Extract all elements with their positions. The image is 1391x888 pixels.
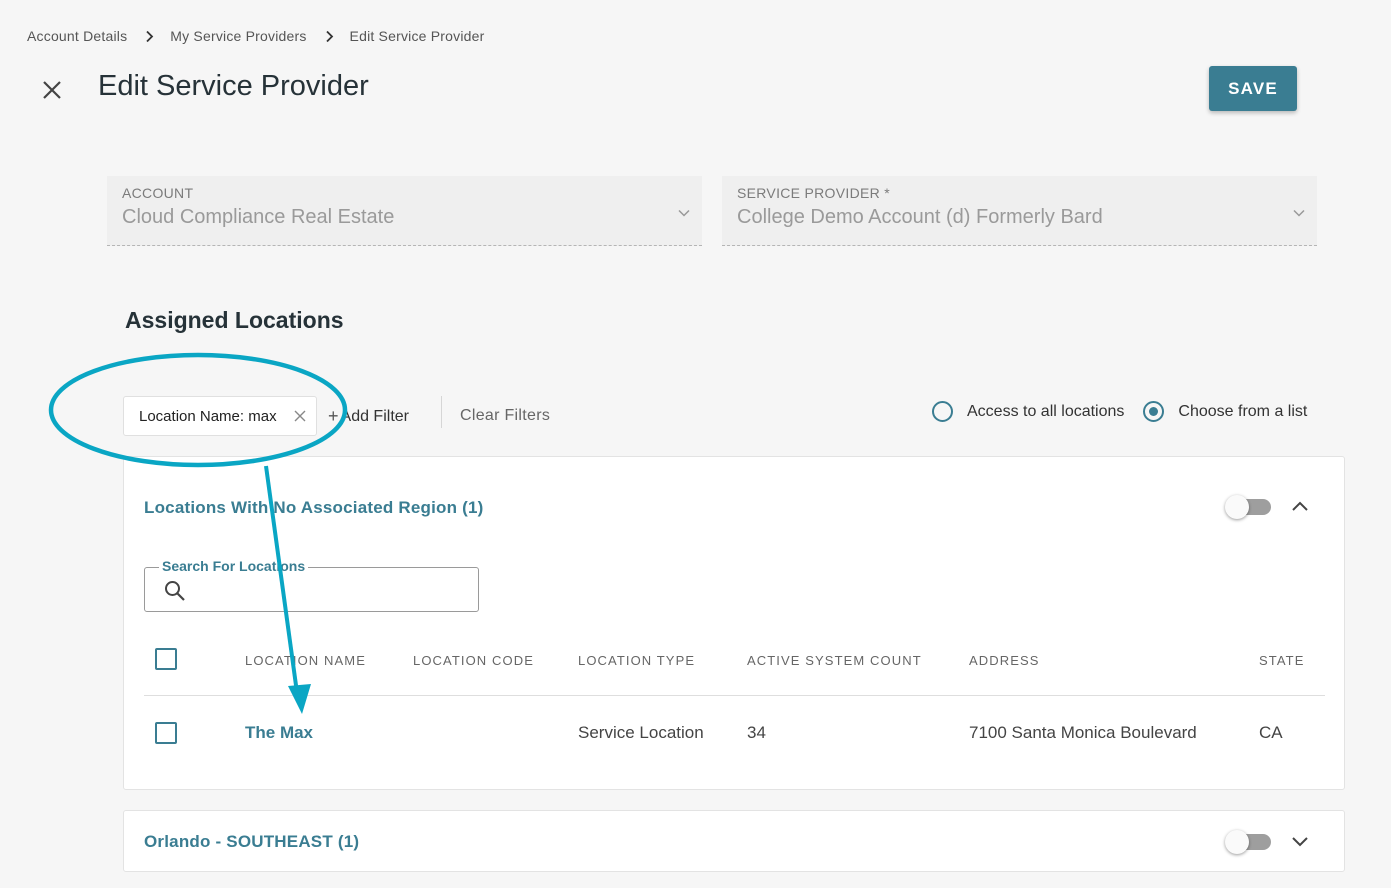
breadcrumb-account-details[interactable]: Account Details [27,28,127,44]
filter-chip-label: Location Name: max [139,407,277,425]
location-access-radio-group: Access to all locations Choose from a li… [932,401,1307,422]
assigned-locations-title: Assigned Locations [125,307,344,333]
location-name-filter-chip[interactable]: Location Name: max [123,396,317,436]
page-title: Edit Service Provider [98,70,369,102]
service-provider-select-label: SERVICE PROVIDER * [737,185,890,201]
toggle-knob [1225,495,1249,519]
radio-access-all-locations[interactable]: Access to all locations [932,401,1124,422]
column-header-address[interactable]: ADDRESS [969,653,1040,668]
radio-checked-icon [1143,401,1165,422]
service-provider-select[interactable]: SERVICE PROVIDER * College Demo Account … [722,176,1317,246]
close-icon[interactable] [40,78,64,102]
filter-divider [441,396,442,428]
column-header-location-code[interactable]: LOCATION CODE [413,653,534,668]
add-filter-label: Add Filter [340,407,409,425]
location-group-orlando: Orlando - SOUTHEAST (1) [123,810,1345,872]
clear-filters-button[interactable]: Clear Filters [460,407,550,425]
breadcrumb: Account Details My Service Providers Edi… [27,28,484,44]
search-locations-input[interactable] [195,576,465,604]
location-group-title[interactable]: Locations With No Associated Region (1) [144,498,483,518]
account-select-value: Cloud Compliance Real Estate [122,206,395,228]
chevron-right-icon [145,30,154,43]
search-icon [164,580,186,607]
radio-label: Choose from a list [1178,402,1308,420]
chevron-down-icon[interactable] [1290,831,1310,851]
breadcrumb-edit-service-provider: Edit Service Provider [349,28,485,44]
toggle-knob [1225,830,1249,854]
column-header-state[interactable]: STATE [1259,653,1304,668]
search-locations-label: Search For Locations [159,558,309,574]
active-system-count-cell: 34 [747,723,766,742]
account-select[interactable]: ACCOUNT Cloud Compliance Real Estate [107,176,702,246]
chevron-down-icon [678,204,690,222]
search-locations-field[interactable]: Search For Locations [144,558,479,612]
service-provider-select-value: College Demo Account (d) Formerly Bard [737,206,1103,228]
chevron-down-icon [1293,204,1305,222]
chevron-right-icon [325,30,334,43]
radio-choose-from-list[interactable]: Choose from a list [1143,401,1307,422]
radio-label: Access to all locations [967,402,1125,420]
address-cell: 7100 Santa Monica Boulevard [969,723,1197,742]
account-select-label: ACCOUNT [122,185,194,201]
radio-unchecked-icon [932,401,953,422]
state-cell: CA [1259,723,1283,742]
row-checkbox[interactable] [155,722,177,744]
group-select-all-toggle[interactable] [1225,494,1273,520]
select-all-checkbox[interactable] [155,648,177,670]
location-name-link[interactable]: The Max [245,723,313,743]
column-header-active-system-count[interactable]: ACTIVE SYSTEM COUNT [747,653,922,668]
chevron-up-icon[interactable] [1290,497,1310,517]
group-select-all-toggle[interactable] [1225,829,1273,855]
location-group-title[interactable]: Orlando - SOUTHEAST (1) [144,832,359,852]
plus-icon: + [328,406,339,426]
save-button[interactable]: SAVE [1209,66,1297,111]
table-divider [144,695,1325,696]
location-type-cell: Service Location [578,723,704,742]
remove-filter-icon[interactable] [294,409,306,426]
column-header-location-name[interactable]: LOCATION NAME [245,653,366,668]
breadcrumb-my-service-providers[interactable]: My Service Providers [170,28,306,44]
add-filter-button[interactable]: + Add Filter [328,406,409,427]
column-header-location-type[interactable]: LOCATION TYPE [578,653,695,668]
location-group-no-region: Locations With No Associated Region (1) … [123,456,1345,790]
